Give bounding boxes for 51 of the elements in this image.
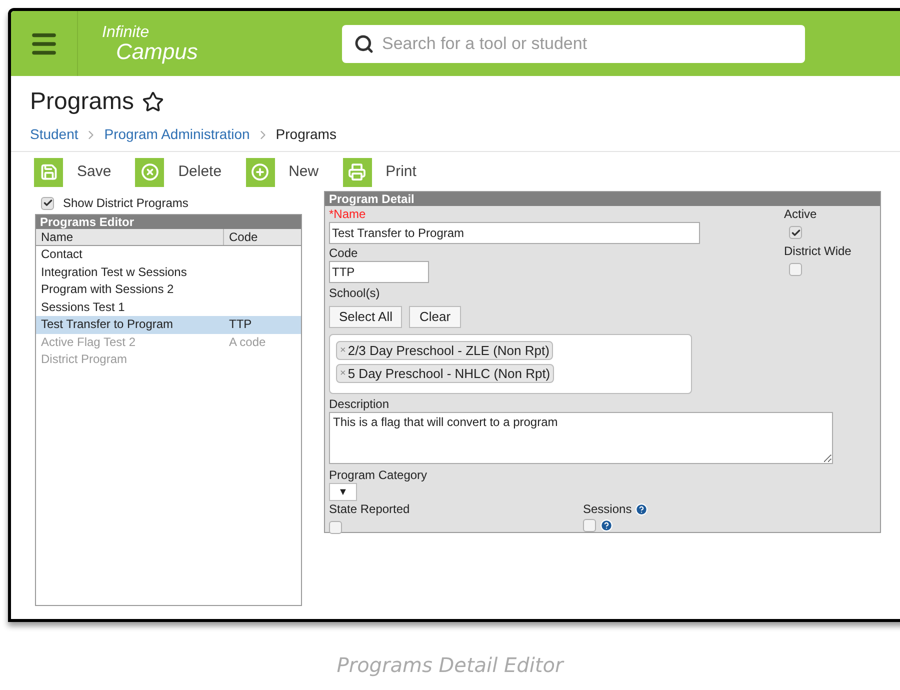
field-label: School(s) — [329, 285, 381, 301]
checkbox[interactable] — [41, 196, 54, 210]
checkbox[interactable] — [583, 519, 596, 532]
school-tag: ×5 Day Preschool - NHLC (Non Rpt) — [336, 364, 554, 383]
program-row[interactable]: Integration Test w Sessions — [36, 264, 301, 281]
field-label: Sessions — [583, 501, 632, 517]
checkbox-label: Show District Programs — [63, 195, 188, 212]
page-title: Programs — [30, 87, 134, 117]
toolbar-button[interactable]: Delete — [135, 158, 222, 186]
category-dropdown[interactable]: ▼ — [329, 483, 357, 501]
field-label: District Wide — [784, 243, 852, 259]
breadcrumb[interactable]: Student — [30, 124, 78, 145]
program-row[interactable]: Test Transfer to Program TTP — [36, 316, 301, 334]
search-field[interactable]: Search for a tool or student — [342, 24, 805, 62]
program-row[interactable]: Program with Sessions 2 — [36, 281, 301, 298]
program-row[interactable]: Sessions Test 1 — [36, 298, 301, 316]
toolbar-button[interactable]: Print — [342, 158, 416, 186]
new-icon — [246, 158, 275, 186]
field-label: Description — [329, 396, 390, 412]
field-label: Program Category — [329, 467, 428, 483]
panel-title: Program Detail — [325, 192, 880, 206]
program-row[interactable]: Contact — [36, 246, 301, 264]
caption: Programs Detail Editor — [336, 652, 566, 679]
toolbar-button[interactable]: New — [246, 158, 319, 186]
panel-title: Programs Editor — [36, 215, 301, 229]
save-icon — [34, 158, 63, 186]
checkbox[interactable] — [789, 263, 802, 276]
logo: Infinite Campus — [102, 24, 199, 62]
toolbar-button[interactable]: Save — [34, 158, 112, 186]
column-header[interactable]: Code — [224, 229, 301, 245]
school-button[interactable]: Clear — [409, 306, 461, 328]
field-label: Active — [784, 206, 818, 222]
code-field[interactable]: TTP — [329, 261, 429, 283]
column-header[interactable]: Name — [36, 229, 224, 245]
breadcrumb: Programs — [276, 125, 336, 144]
field-label: *Name — [329, 206, 367, 222]
description-field[interactable]: This is a flag that will convert to a program — [329, 412, 833, 464]
delete-icon — [135, 158, 164, 186]
checkbox[interactable] — [789, 226, 802, 239]
print-icon — [342, 158, 372, 186]
school-tag: ×2/3 Day Preschool - ZLE (Non Rpt) — [336, 341, 554, 360]
help-icon[interactable] — [600, 519, 613, 532]
field-label: State Reported — [329, 501, 411, 517]
help-icon[interactable] — [634, 502, 648, 516]
checkbox[interactable] — [329, 521, 342, 534]
breadcrumb[interactable]: Program Administration — [104, 124, 250, 145]
star-icon[interactable] — [142, 91, 164, 113]
name-field[interactable]: Test Transfer to Program — [329, 222, 700, 244]
field-label: Code — [329, 245, 359, 261]
school-button[interactable]: Select All — [329, 306, 402, 328]
search-icon — [354, 34, 374, 54]
